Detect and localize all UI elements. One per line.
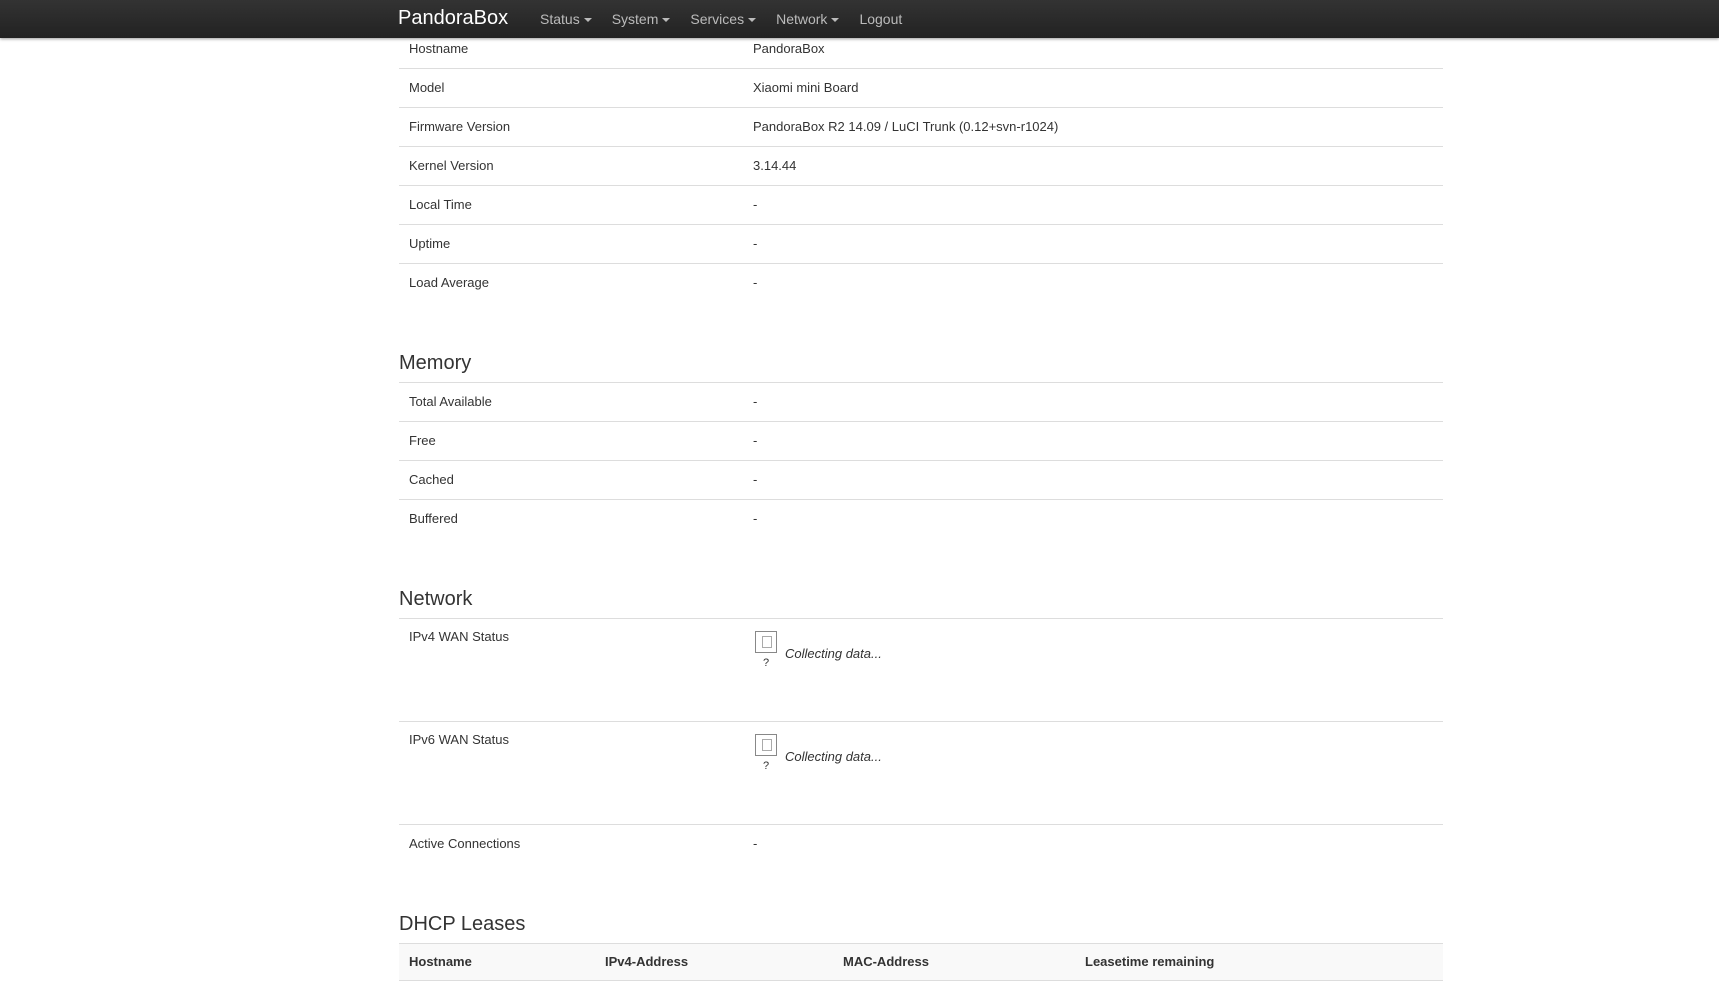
row-value: - [743, 421, 1443, 461]
table-row: Local Time - [399, 185, 1443, 225]
row-value: 3.14.44 [743, 146, 1443, 186]
memory-section-title: Memory [399, 344, 1443, 383]
row-label: Total Available [399, 383, 743, 422]
row-value: - [753, 836, 758, 851]
row-value: - [743, 460, 1443, 500]
nav-system-label: System [611, 11, 659, 27]
nav-logout[interactable]: Logout [849, 11, 912, 27]
network-table: IPv4 WAN Status ? Collecting data... IPv… [399, 619, 1443, 863]
icon-caption: ? [762, 657, 770, 669]
row-value: PandoraBox R2 14.09 / LuCI Trunk (0.12+s… [743, 107, 1443, 147]
col-header-leasetime: Leasetime remaining [1075, 944, 1443, 981]
table-row: Buffered - [399, 500, 1443, 539]
top-navbar: PandoraBox Status System Services Networ… [0, 0, 1719, 38]
nav-services-label: Services [690, 11, 745, 27]
caret-down-icon [662, 17, 671, 22]
main-content: Hostname PandoraBox Model Xiaomi mini Bo… [399, 30, 1443, 981]
nav-status[interactable]: Status [530, 11, 602, 27]
ipv6-status-cell: ? Collecting data... [743, 721, 1443, 825]
caret-down-icon [748, 17, 757, 22]
col-header-ipv4: IPv4-Address [595, 944, 833, 981]
col-header-mac: MAC-Address [833, 944, 1075, 981]
row-label: Firmware Version [399, 107, 743, 147]
dhcp-section-title: DHCP Leases [399, 905, 1443, 944]
row-label: Cached [399, 460, 743, 500]
table-row: Model Xiaomi mini Board [399, 68, 1443, 108]
table-row: Active Connections - [399, 825, 1443, 864]
caret-down-icon [831, 17, 840, 22]
table-row: Free - [399, 421, 1443, 461]
row-label: Model [399, 68, 743, 108]
ipv4-status-text: Collecting data... [785, 646, 882, 661]
table-row: Load Average - [399, 264, 1443, 303]
row-label: Load Average [409, 275, 489, 290]
col-header-hostname: Hostname [399, 944, 595, 981]
row-label: IPv6 WAN Status [399, 721, 743, 825]
main-nav: Status System Services Network Logout [530, 0, 912, 38]
ipv6-status-text: Collecting data... [785, 749, 882, 764]
memory-table: Total Available - Free - Cached - Buffer… [399, 383, 1443, 538]
table-row: IPv6 WAN Status ? Collecting data... [399, 721, 1443, 825]
ipv4-status-cell: ? Collecting data... [743, 619, 1443, 722]
nav-status-label: Status [540, 11, 580, 27]
table-header-row: Hostname IPv4-Address MAC-Address Leaset… [399, 944, 1443, 981]
row-value: - [753, 275, 758, 290]
table-row: Uptime - [399, 224, 1443, 264]
nav-system[interactable]: System [602, 11, 681, 27]
row-label: Active Connections [409, 836, 521, 851]
row-label: Kernel Version [399, 146, 743, 186]
network-section-title: Network [399, 580, 1443, 619]
broken-image-icon [755, 734, 777, 756]
row-label: Buffered [409, 511, 458, 526]
broken-image-icon [755, 631, 777, 653]
row-value: - [743, 185, 1443, 225]
row-value: Xiaomi mini Board [743, 68, 1443, 108]
row-label: IPv4 WAN Status [399, 619, 743, 722]
table-row: Cached - [399, 460, 1443, 500]
row-label: Free [399, 421, 743, 461]
row-label: Local Time [399, 185, 743, 225]
nav-network-label: Network [776, 11, 828, 27]
nav-logout-label: Logout [859, 11, 903, 27]
caret-down-icon [583, 17, 592, 22]
row-label: Uptime [399, 224, 743, 264]
nav-services[interactable]: Services [680, 11, 766, 27]
row-value: - [753, 511, 758, 526]
table-row: Firmware Version PandoraBox R2 14.09 / L… [399, 107, 1443, 147]
nav-network[interactable]: Network [766, 11, 849, 27]
row-value: - [743, 224, 1443, 264]
brand-logo[interactable]: PandoraBox [398, 5, 508, 31]
table-row: IPv4 WAN Status ? Collecting data... [399, 619, 1443, 722]
table-row: Total Available - [399, 383, 1443, 422]
icon-caption: ? [762, 760, 770, 772]
row-value: - [743, 383, 1443, 422]
table-row: Kernel Version 3.14.44 [399, 146, 1443, 186]
system-table: Hostname PandoraBox Model Xiaomi mini Bo… [399, 30, 1443, 302]
dhcp-leases-table: Hostname IPv4-Address MAC-Address Leaset… [399, 944, 1443, 981]
